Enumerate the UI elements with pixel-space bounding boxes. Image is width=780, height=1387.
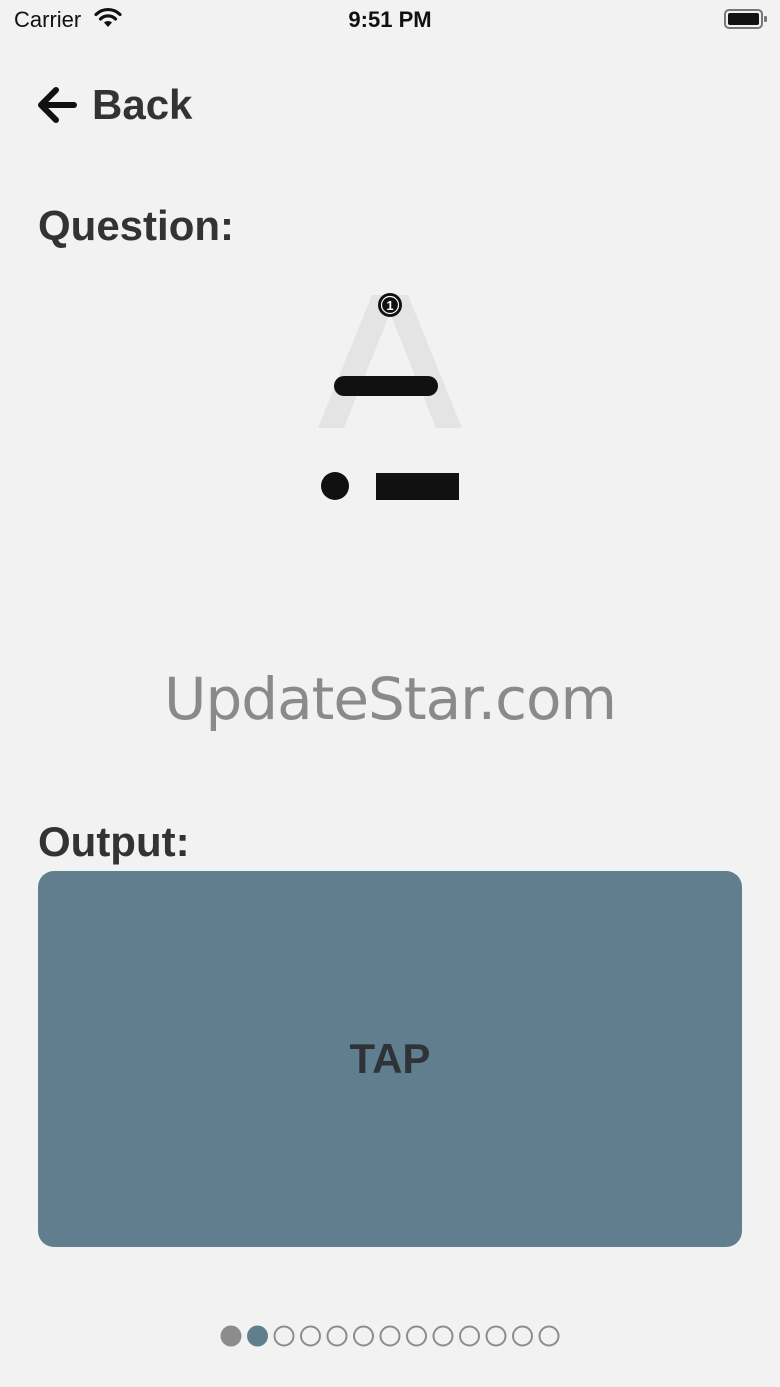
clock: 9:51 PM: [348, 7, 432, 32]
question-glyph: 1: [318, 293, 462, 500]
morse-dot: [321, 472, 349, 500]
page-dot[interactable]: [300, 1325, 321, 1347]
morse-dash: [376, 473, 459, 500]
watermark: UpdateStar.com: [164, 665, 617, 733]
back-button[interactable]: Back: [36, 80, 192, 130]
page-dot[interactable]: [485, 1325, 507, 1347]
page-dot[interactable]: [379, 1325, 401, 1347]
page-dot-completed[interactable]: [220, 1325, 242, 1347]
output-heading: Output:: [38, 818, 190, 865]
page-dot[interactable]: [273, 1325, 295, 1347]
letter-stroke: [334, 376, 438, 396]
page-indicator: [220, 1325, 560, 1347]
tap-button[interactable]: TAP: [38, 871, 742, 1247]
back-label: Back: [92, 81, 193, 128]
page-dot[interactable]: [538, 1325, 560, 1347]
stroke-number: 1: [386, 298, 393, 313]
page-dot[interactable]: [512, 1325, 533, 1347]
arrow-left-icon: [38, 87, 77, 123]
page-dot-current[interactable]: [247, 1325, 268, 1347]
question-heading: Question:: [38, 202, 234, 249]
tap-label: TAP: [349, 1035, 431, 1082]
stroke-number-badge: 1: [378, 293, 402, 317]
page-dot[interactable]: [406, 1325, 427, 1347]
page-dot[interactable]: [459, 1325, 480, 1347]
page-dot[interactable]: [353, 1325, 374, 1347]
status-bar: Carrier 9:51 PM: [0, 0, 780, 40]
battery-icon: [724, 9, 767, 29]
page-dot[interactable]: [432, 1325, 454, 1347]
page-dot[interactable]: [326, 1325, 348, 1347]
